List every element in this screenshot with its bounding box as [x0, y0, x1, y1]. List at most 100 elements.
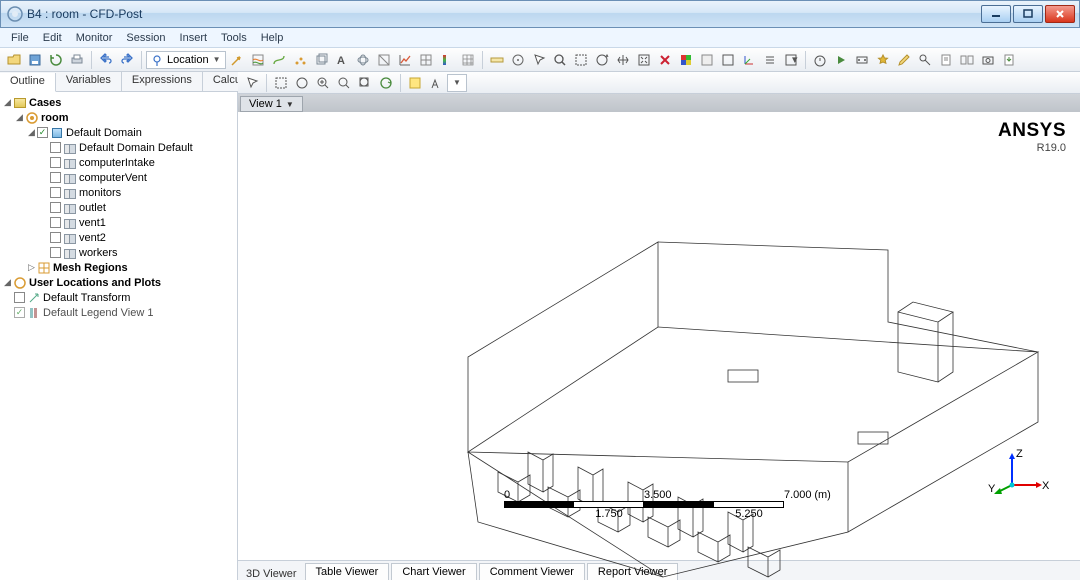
pick-mode-dropdown[interactable]: ▼	[447, 74, 467, 92]
menu-edit[interactable]: Edit	[36, 30, 69, 46]
snapshot-icon[interactable]	[978, 50, 998, 70]
chevron-down-icon: ▼	[213, 55, 221, 64]
tree-item[interactable]: workers	[2, 245, 235, 260]
delete-icon[interactable]	[655, 50, 675, 70]
open-icon[interactable]	[4, 50, 24, 70]
tree-item[interactable]: computerVent	[2, 170, 235, 185]
checkbox-icon[interactable]	[50, 172, 61, 183]
pan-icon[interactable]	[613, 50, 633, 70]
mesh-icon[interactable]	[458, 50, 478, 70]
redo-icon[interactable]	[117, 50, 137, 70]
outline-tree[interactable]: ◢Cases ◢room ◢✓Default Domain Default Do…	[0, 92, 237, 580]
volume-icon[interactable]	[311, 50, 331, 70]
rotate-view-icon[interactable]	[292, 73, 312, 93]
axis-icon[interactable]	[739, 50, 759, 70]
fit-icon[interactable]	[634, 50, 654, 70]
text-icon[interactable]: A	[332, 50, 352, 70]
zoom-in-icon[interactable]	[313, 73, 333, 93]
vector-icon[interactable]	[227, 50, 247, 70]
menu-help[interactable]: Help	[254, 30, 291, 46]
legend-icon[interactable]	[437, 50, 457, 70]
checkbox-icon[interactable]	[50, 247, 61, 258]
tree-cases[interactable]: ◢Cases	[2, 95, 235, 110]
close-button[interactable]	[1045, 5, 1075, 23]
menu-monitor[interactable]: Monitor	[69, 30, 120, 46]
highlight-icon[interactable]	[405, 73, 425, 93]
clip-icon[interactable]	[374, 50, 394, 70]
particle-icon[interactable]	[290, 50, 310, 70]
checkbox-icon[interactable]: ✓	[37, 127, 48, 138]
checkbox-icon[interactable]	[50, 232, 61, 243]
tree-default-transform[interactable]: Default Transform	[2, 290, 235, 305]
fit-view-icon[interactable]	[355, 73, 375, 93]
tab-outline[interactable]: Outline	[0, 73, 56, 92]
wireframe-icon[interactable]	[718, 50, 738, 70]
tree-item[interactable]: Default Domain Default	[2, 140, 235, 155]
menu-session[interactable]: Session	[119, 30, 172, 46]
tree-mesh-regions[interactable]: ▷Mesh Regions	[2, 260, 235, 275]
rotate-icon[interactable]	[592, 50, 612, 70]
3d-canvas[interactable]: ANSYS R19.0	[238, 112, 1080, 560]
maximize-button[interactable]	[1013, 5, 1043, 23]
3d-viewer-label[interactable]: 3D Viewer	[238, 568, 305, 580]
checkbox-icon[interactable]	[50, 157, 61, 168]
grid-icon[interactable]	[416, 50, 436, 70]
contour-icon[interactable]	[248, 50, 268, 70]
menu-insert[interactable]: Insert	[173, 30, 215, 46]
tree-default-domain[interactable]: ◢✓Default Domain	[2, 125, 235, 140]
menu-file[interactable]: File	[4, 30, 36, 46]
checkbox-icon[interactable]: ✓	[14, 307, 25, 318]
location-dropdown[interactable]: Location ▼	[146, 51, 226, 69]
view-tab[interactable]: View 1▼	[240, 96, 303, 112]
tree-item[interactable]: vent1	[2, 215, 235, 230]
checkbox-icon[interactable]	[50, 202, 61, 213]
pencil-icon[interactable]	[894, 50, 914, 70]
export-icon[interactable]	[999, 50, 1019, 70]
color-icon[interactable]	[676, 50, 696, 70]
checkbox-icon[interactable]	[50, 217, 61, 228]
checkbox-icon[interactable]	[50, 187, 61, 198]
tree-item[interactable]: vent2	[2, 230, 235, 245]
pick-icon[interactable]	[426, 73, 446, 93]
tree-item[interactable]: monitors	[2, 185, 235, 200]
print-icon[interactable]	[67, 50, 87, 70]
list-icon[interactable]	[760, 50, 780, 70]
checkbox-icon[interactable]	[14, 292, 25, 303]
play-icon[interactable]	[831, 50, 851, 70]
shade-icon[interactable]	[697, 50, 717, 70]
zoom-box-icon[interactable]	[334, 73, 354, 93]
reload-icon[interactable]	[46, 50, 66, 70]
cursor-icon[interactable]	[242, 73, 262, 93]
key-icon[interactable]	[915, 50, 935, 70]
streamline-icon[interactable]	[269, 50, 289, 70]
tree-item[interactable]: outlet	[2, 200, 235, 215]
box-zoom-icon[interactable]	[571, 50, 591, 70]
ruler-icon[interactable]	[487, 50, 507, 70]
probe-icon[interactable]	[508, 50, 528, 70]
save-icon[interactable]	[25, 50, 45, 70]
tree-item[interactable]: computerIntake	[2, 155, 235, 170]
minimize-button[interactable]	[981, 5, 1011, 23]
tree-user-locations[interactable]: ◢User Locations and Plots	[2, 275, 235, 290]
tree-default-legend[interactable]: ✓Default Legend View 1	[2, 305, 235, 320]
box-select-icon[interactable]	[271, 73, 291, 93]
view-dropdown-icon[interactable]: ▾	[781, 50, 801, 70]
chart-icon[interactable]	[395, 50, 415, 70]
checkbox-icon[interactable]	[50, 142, 61, 153]
tab-expressions[interactable]: Expressions	[122, 72, 203, 91]
tab-table-viewer[interactable]: Table Viewer	[305, 563, 390, 580]
star-icon[interactable]	[873, 50, 893, 70]
anim-icon[interactable]	[852, 50, 872, 70]
report-icon[interactable]	[936, 50, 956, 70]
brand-logo: ANSYS R19.0	[998, 120, 1066, 154]
compare-icon[interactable]	[957, 50, 977, 70]
isosurface-icon[interactable]	[353, 50, 373, 70]
select-icon[interactable]	[529, 50, 549, 70]
zoom-icon[interactable]	[550, 50, 570, 70]
refresh-icon[interactable]	[376, 73, 396, 93]
tab-variables[interactable]: Variables	[56, 72, 122, 91]
timer-icon[interactable]	[810, 50, 830, 70]
undo-icon[interactable]	[96, 50, 116, 70]
tree-room[interactable]: ◢room	[2, 110, 235, 125]
menu-tools[interactable]: Tools	[214, 30, 254, 46]
